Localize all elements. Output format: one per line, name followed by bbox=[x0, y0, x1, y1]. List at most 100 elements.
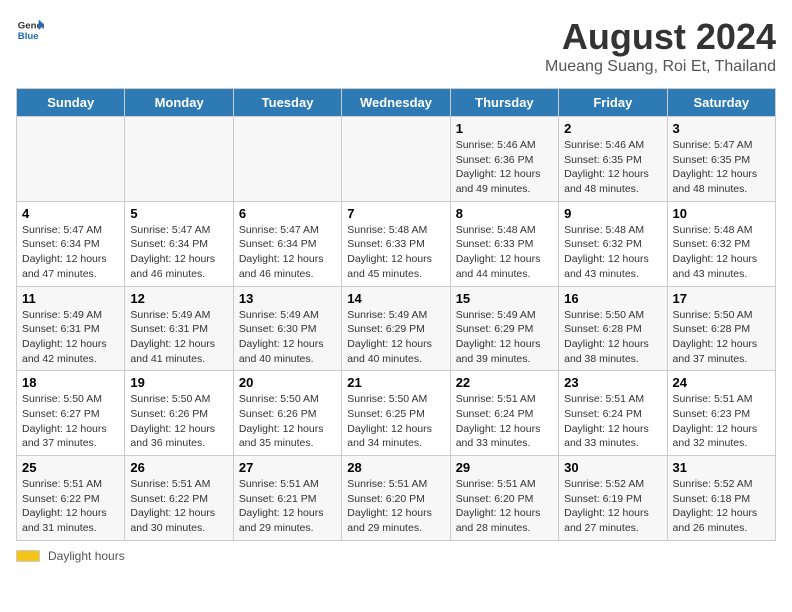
day-number: 10 bbox=[673, 206, 770, 221]
day-info: Sunrise: 5:50 AM Sunset: 6:25 PM Dayligh… bbox=[347, 392, 444, 451]
calendar-cell-w1-d7: 3 Sunrise: 5:47 AM Sunset: 6:35 PM Daylig… bbox=[667, 117, 775, 202]
day-number: 26 bbox=[130, 460, 227, 475]
calendar-cell-w4-d6: 23 Sunrise: 5:51 AM Sunset: 6:24 PM Dayli… bbox=[559, 371, 667, 456]
calendar-cell-w2-d1: 4 Sunrise: 5:47 AM Sunset: 6:34 PM Daylig… bbox=[17, 201, 125, 286]
day-number: 17 bbox=[673, 291, 770, 306]
calendar-cell-w1-d6: 2 Sunrise: 5:46 AM Sunset: 6:35 PM Daylig… bbox=[559, 117, 667, 202]
day-info: Sunrise: 5:49 AM Sunset: 6:31 PM Dayligh… bbox=[130, 308, 227, 367]
calendar-cell-w5-d7: 31Sunrise: 5:52 AM Sunset: 6:18 PM Dayli… bbox=[667, 456, 775, 541]
calendar-cell-w5-d3: 27Sunrise: 5:51 AM Sunset: 6:21 PM Dayli… bbox=[233, 456, 341, 541]
day-info: Sunrise: 5:47 AM Sunset: 6:34 PM Dayligh… bbox=[239, 223, 336, 282]
day-info: Sunrise: 5:50 AM Sunset: 6:27 PM Dayligh… bbox=[22, 392, 119, 451]
day-header-friday: Friday bbox=[559, 89, 667, 117]
calendar-body: 1 Sunrise: 5:46 AM Sunset: 6:36 PM Daylig… bbox=[17, 117, 776, 541]
day-number: 24 bbox=[673, 375, 770, 390]
day-info: Sunrise: 5:51 AM Sunset: 6:24 PM Dayligh… bbox=[456, 392, 553, 451]
day-header-row: SundayMondayTuesdayWednesdayThursdayFrid… bbox=[17, 89, 776, 117]
calendar-cell-w1-d4 bbox=[342, 117, 450, 202]
calendar-cell-w1-d5: 1 Sunrise: 5:46 AM Sunset: 6:36 PM Daylig… bbox=[450, 117, 558, 202]
day-info: Sunrise: 5:51 AM Sunset: 6:24 PM Dayligh… bbox=[564, 392, 661, 451]
logo: General Blue bbox=[16, 16, 44, 44]
day-info: Sunrise: 5:47 AM Sunset: 6:35 PM Dayligh… bbox=[673, 138, 770, 197]
day-number: 19 bbox=[130, 375, 227, 390]
calendar-cell-w5-d1: 25Sunrise: 5:51 AM Sunset: 6:22 PM Dayli… bbox=[17, 456, 125, 541]
footer-note: Daylight hours bbox=[16, 549, 776, 563]
main-title: August 2024 bbox=[545, 16, 776, 58]
calendar-week-1: 1 Sunrise: 5:46 AM Sunset: 6:36 PM Daylig… bbox=[17, 117, 776, 202]
calendar-week-4: 18Sunrise: 5:50 AM Sunset: 6:27 PM Dayli… bbox=[17, 371, 776, 456]
day-number: 6 bbox=[239, 206, 336, 221]
calendar-cell-w3-d2: 12Sunrise: 5:49 AM Sunset: 6:31 PM Dayli… bbox=[125, 286, 233, 371]
calendar-cell-w2-d7: 10 Sunrise: 5:48 AM Sunset: 6:32 PM Dayli… bbox=[667, 201, 775, 286]
calendar-table: SundayMondayTuesdayWednesdayThursdayFrid… bbox=[16, 88, 776, 541]
day-info: Sunrise: 5:50 AM Sunset: 6:26 PM Dayligh… bbox=[130, 392, 227, 451]
calendar-cell-w5-d6: 30Sunrise: 5:52 AM Sunset: 6:19 PM Dayli… bbox=[559, 456, 667, 541]
day-number: 1 bbox=[456, 121, 553, 136]
daylight-bar-icon bbox=[16, 550, 40, 562]
day-info: Sunrise: 5:49 AM Sunset: 6:29 PM Dayligh… bbox=[456, 308, 553, 367]
day-info: Sunrise: 5:49 AM Sunset: 6:30 PM Dayligh… bbox=[239, 308, 336, 367]
calendar-week-3: 11 Sunrise: 5:49 AM Sunset: 6:31 PM Dayli… bbox=[17, 286, 776, 371]
calendar-cell-w3-d7: 17 Sunrise: 5:50 AM Sunset: 6:28 PM Dayli… bbox=[667, 286, 775, 371]
day-info: Sunrise: 5:50 AM Sunset: 6:26 PM Dayligh… bbox=[239, 392, 336, 451]
calendar-cell-w5-d5: 29 Sunrise: 5:51 AM Sunset: 6:20 PM Dayli… bbox=[450, 456, 558, 541]
calendar-cell-w2-d4: 7 Sunrise: 5:48 AM Sunset: 6:33 PM Daylig… bbox=[342, 201, 450, 286]
calendar-cell-w3-d5: 15Sunrise: 5:49 AM Sunset: 6:29 PM Dayli… bbox=[450, 286, 558, 371]
day-info: Sunrise: 5:47 AM Sunset: 6:34 PM Dayligh… bbox=[22, 223, 119, 282]
day-header-wednesday: Wednesday bbox=[342, 89, 450, 117]
day-info: Sunrise: 5:46 AM Sunset: 6:36 PM Dayligh… bbox=[456, 138, 553, 197]
day-header-tuesday: Tuesday bbox=[233, 89, 341, 117]
day-info: Sunrise: 5:51 AM Sunset: 6:22 PM Dayligh… bbox=[22, 477, 119, 536]
day-header-saturday: Saturday bbox=[667, 89, 775, 117]
day-number: 7 bbox=[347, 206, 444, 221]
day-info: Sunrise: 5:51 AM Sunset: 6:22 PM Dayligh… bbox=[130, 477, 227, 536]
day-info: Sunrise: 5:46 AM Sunset: 6:35 PM Dayligh… bbox=[564, 138, 661, 197]
calendar-cell-w4-d7: 24 Sunrise: 5:51 AM Sunset: 6:23 PM Dayli… bbox=[667, 371, 775, 456]
day-header-monday: Monday bbox=[125, 89, 233, 117]
calendar-cell-w5-d2: 26 Sunrise: 5:51 AM Sunset: 6:22 PM Dayli… bbox=[125, 456, 233, 541]
calendar-cell-w3-d3: 13 Sunrise: 5:49 AM Sunset: 6:30 PM Dayli… bbox=[233, 286, 341, 371]
day-info: Sunrise: 5:48 AM Sunset: 6:32 PM Dayligh… bbox=[564, 223, 661, 282]
day-info: Sunrise: 5:50 AM Sunset: 6:28 PM Dayligh… bbox=[673, 308, 770, 367]
svg-text:Blue: Blue bbox=[18, 31, 39, 42]
day-number: 4 bbox=[22, 206, 119, 221]
day-info: Sunrise: 5:48 AM Sunset: 6:33 PM Dayligh… bbox=[347, 223, 444, 282]
calendar-cell-w2-d3: 6 Sunrise: 5:47 AM Sunset: 6:34 PM Daylig… bbox=[233, 201, 341, 286]
day-header-sunday: Sunday bbox=[17, 89, 125, 117]
day-number: 23 bbox=[564, 375, 661, 390]
day-number: 11 bbox=[22, 291, 119, 306]
day-info: Sunrise: 5:49 AM Sunset: 6:29 PM Dayligh… bbox=[347, 308, 444, 367]
day-info: Sunrise: 5:51 AM Sunset: 6:21 PM Dayligh… bbox=[239, 477, 336, 536]
calendar-cell-w5-d4: 28Sunrise: 5:51 AM Sunset: 6:20 PM Dayli… bbox=[342, 456, 450, 541]
calendar-cell-w3-d1: 11Sunrise: 5:49 AM Sunset: 6:31 PM Dayli… bbox=[17, 286, 125, 371]
day-number: 20 bbox=[239, 375, 336, 390]
day-number: 21 bbox=[347, 375, 444, 390]
day-number: 5 bbox=[130, 206, 227, 221]
header: General Blue August 2024 Mueang Suang, R… bbox=[16, 16, 776, 76]
day-number: 28 bbox=[347, 460, 444, 475]
calendar-cell-w4-d3: 20 Sunrise: 5:50 AM Sunset: 6:26 PM Dayli… bbox=[233, 371, 341, 456]
day-number: 3 bbox=[673, 121, 770, 136]
day-number: 13 bbox=[239, 291, 336, 306]
calendar-cell-w4-d5: 22Sunrise: 5:51 AM Sunset: 6:24 PM Dayli… bbox=[450, 371, 558, 456]
calendar-cell-w4-d2: 19 Sunrise: 5:50 AM Sunset: 6:26 PM Dayli… bbox=[125, 371, 233, 456]
day-number: 29 bbox=[456, 460, 553, 475]
day-header-thursday: Thursday bbox=[450, 89, 558, 117]
calendar-week-2: 4 Sunrise: 5:47 AM Sunset: 6:34 PM Daylig… bbox=[17, 201, 776, 286]
day-number: 9 bbox=[564, 206, 661, 221]
day-number: 2 bbox=[564, 121, 661, 136]
calendar-week-5: 25Sunrise: 5:51 AM Sunset: 6:22 PM Dayli… bbox=[17, 456, 776, 541]
day-info: Sunrise: 5:48 AM Sunset: 6:32 PM Dayligh… bbox=[673, 223, 770, 282]
day-info: Sunrise: 5:52 AM Sunset: 6:18 PM Dayligh… bbox=[673, 477, 770, 536]
day-info: Sunrise: 5:51 AM Sunset: 6:23 PM Dayligh… bbox=[673, 392, 770, 451]
calendar-cell-w1-d2 bbox=[125, 117, 233, 202]
day-number: 8 bbox=[456, 206, 553, 221]
day-info: Sunrise: 5:52 AM Sunset: 6:19 PM Dayligh… bbox=[564, 477, 661, 536]
day-info: Sunrise: 5:47 AM Sunset: 6:34 PM Dayligh… bbox=[130, 223, 227, 282]
calendar-cell-w1-d3 bbox=[233, 117, 341, 202]
calendar-cell-w2-d5: 8Sunrise: 5:48 AM Sunset: 6:33 PM Daylig… bbox=[450, 201, 558, 286]
calendar-cell-w2-d2: 5 Sunrise: 5:47 AM Sunset: 6:34 PM Daylig… bbox=[125, 201, 233, 286]
calendar-cell-w3-d4: 14Sunrise: 5:49 AM Sunset: 6:29 PM Dayli… bbox=[342, 286, 450, 371]
day-info: Sunrise: 5:51 AM Sunset: 6:20 PM Dayligh… bbox=[456, 477, 553, 536]
title-area: August 2024 Mueang Suang, Roi Et, Thaila… bbox=[545, 16, 776, 76]
